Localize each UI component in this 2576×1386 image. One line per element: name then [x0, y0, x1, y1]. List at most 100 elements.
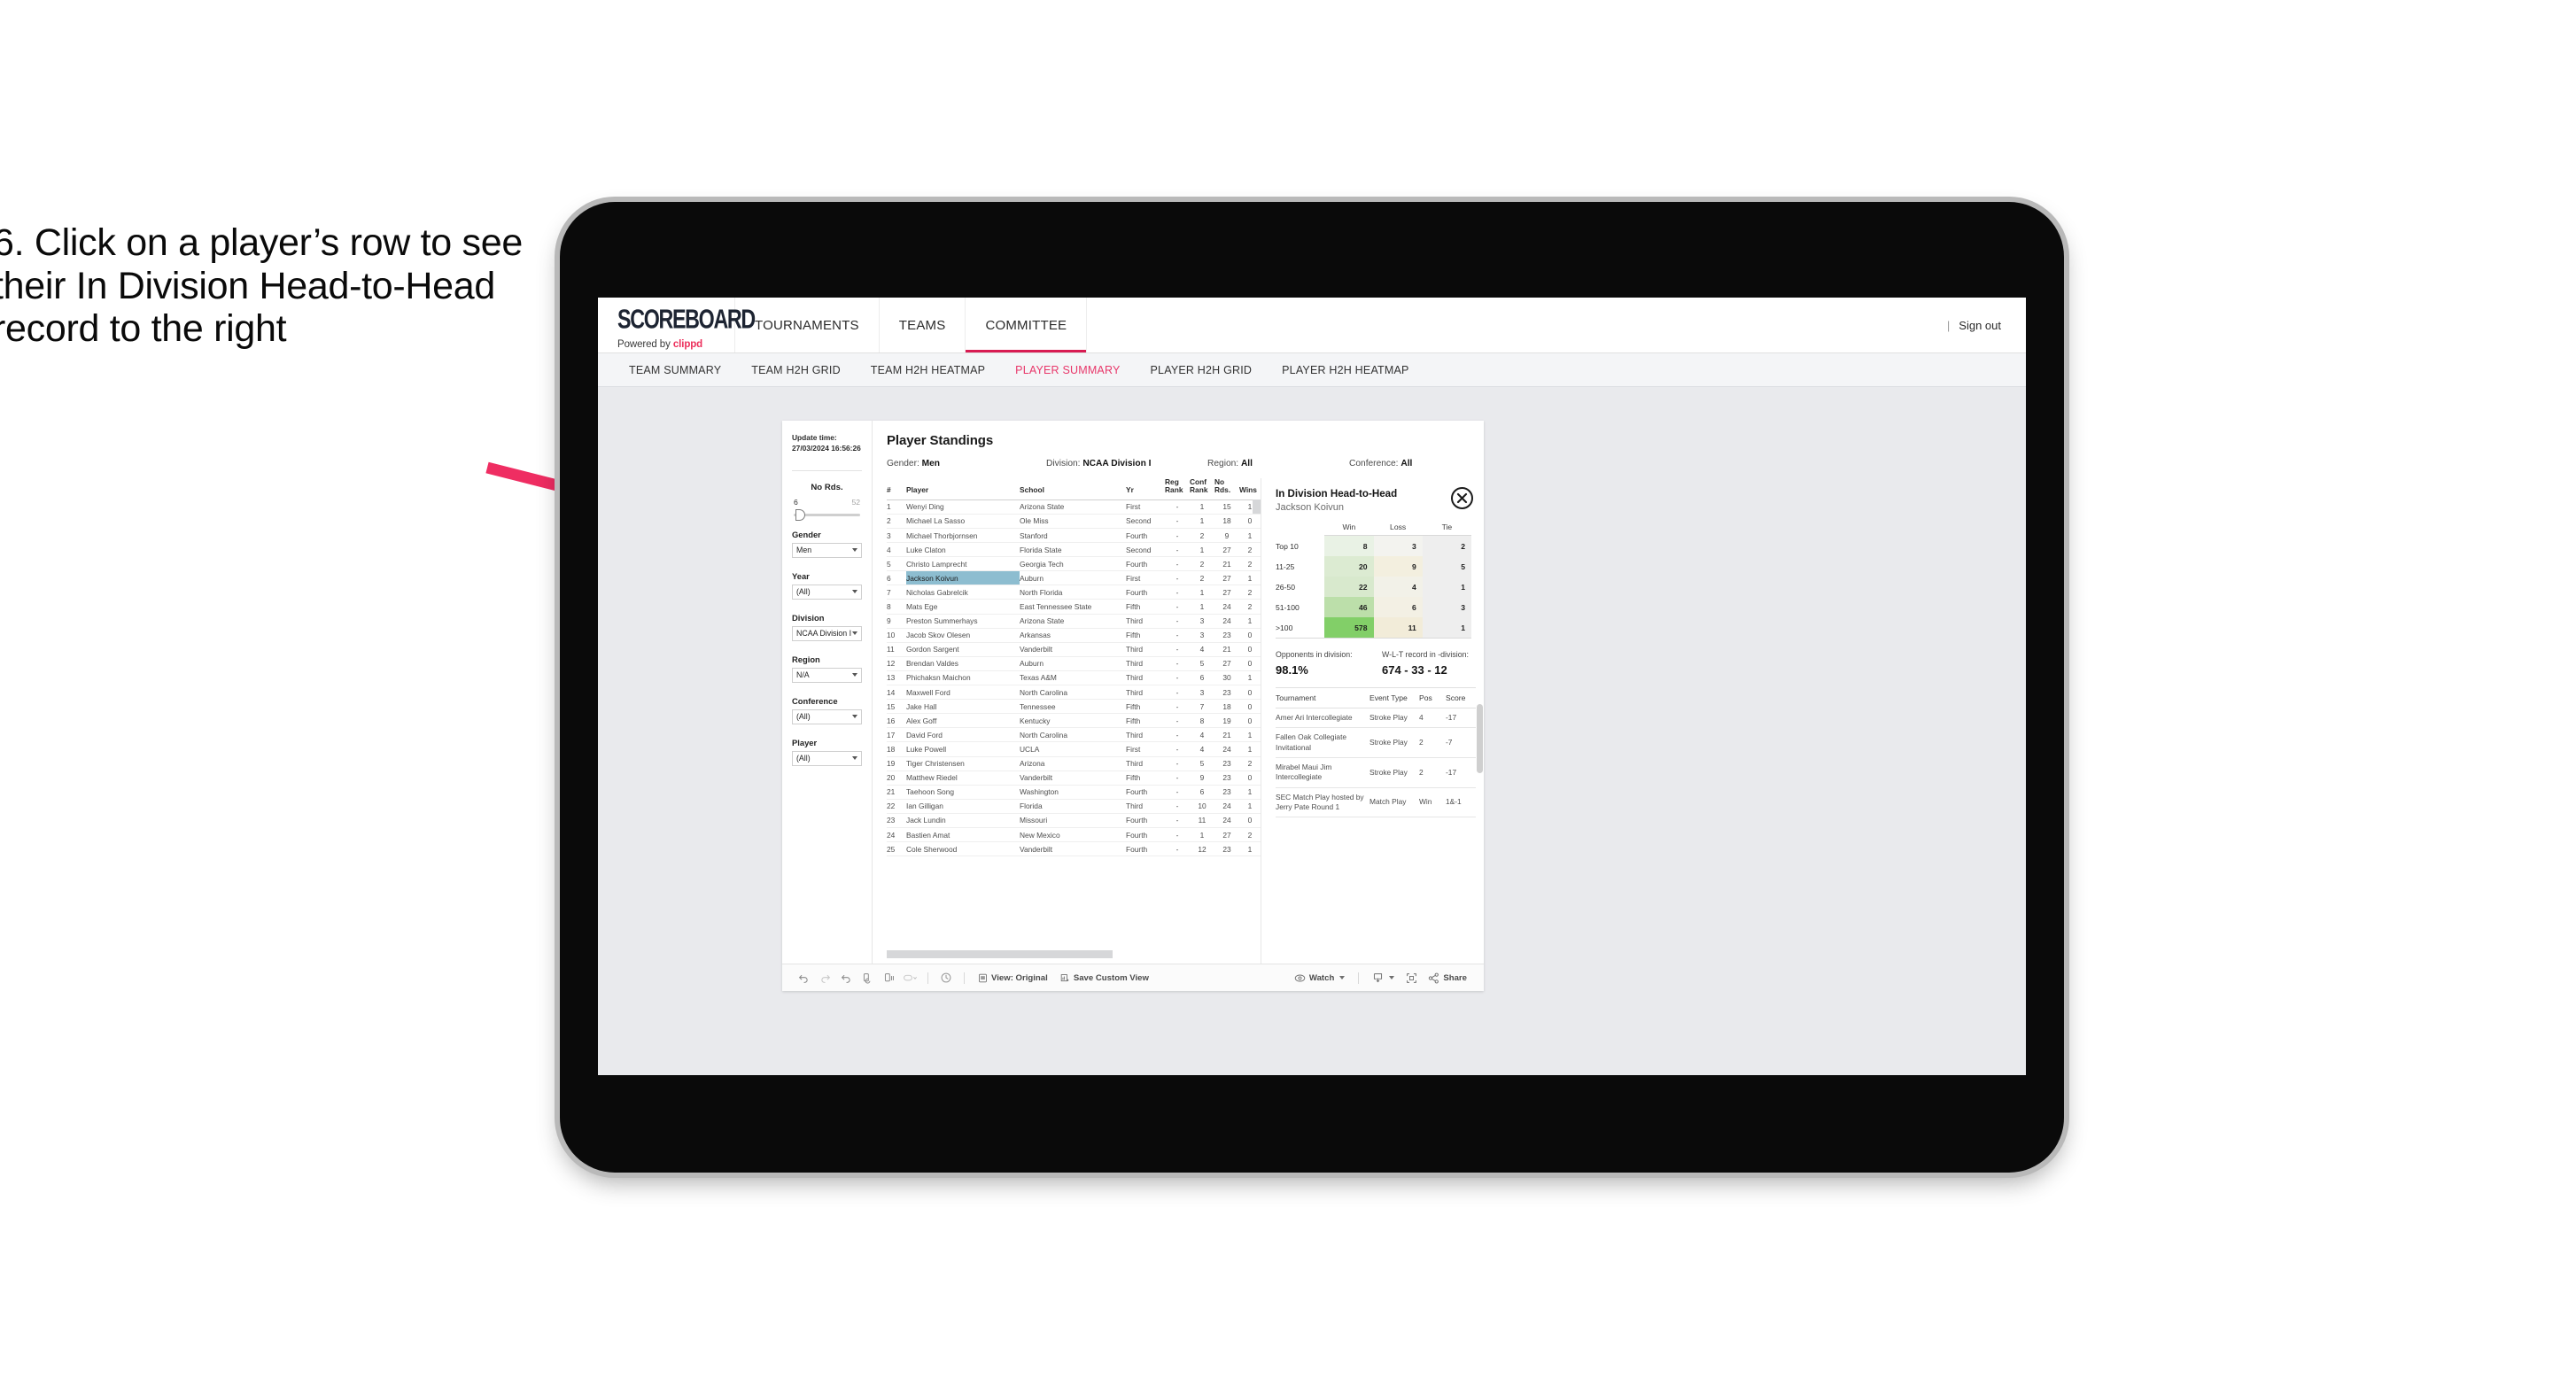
table-row[interactable]: 25 Cole Sherwood Vanderbilt Fourth -12 23 1 [887, 841, 1261, 857]
cell-conf-rank: 2 [1190, 570, 1214, 586]
col-wins[interactable]: Wins [1239, 478, 1261, 500]
table-row[interactable]: 21 Taehoon Song Washington Fourth -6 23 1 [887, 785, 1261, 800]
device-layout-icon[interactable] [899, 972, 920, 984]
view-original-button[interactable]: View: Original [972, 973, 1054, 983]
col-rank[interactable]: # [887, 478, 906, 500]
undo-icon[interactable] [793, 972, 814, 984]
nav-tournaments[interactable]: TOURNAMENTS [735, 298, 880, 352]
table-row[interactable]: 3 Michael Thorbjornsen Stanford Fourth -2 9 1 [887, 528, 1261, 544]
table-row[interactable]: 1 Wenyi Ding Arizona State First -1 15 1 [887, 499, 1261, 515]
filter-gender-select[interactable]: Men [792, 542, 862, 558]
list-item[interactable]: SEC Match Play hosted by Jerry Pate Roun… [1276, 787, 1476, 818]
cell-school: New Mexico [1020, 827, 1126, 843]
tab-player-h2h-grid[interactable]: PLAYER H2H GRID [1136, 364, 1268, 376]
table-row[interactable]: 18 Luke Powell UCLA First -4 24 1 [887, 741, 1261, 757]
heatmap-cell-tie[interactable]: 1 [1422, 577, 1471, 597]
heatmap-cell-loss[interactable]: 4 [1373, 577, 1423, 597]
heatmap-cell-tie[interactable]: 3 [1422, 597, 1471, 617]
table-row[interactable]: 13 Phichaksn Maichon Texas A&M Third -6 30 1 [887, 670, 1261, 686]
pause-auto-updates-icon[interactable] [878, 972, 899, 984]
cell-school: Arizona State [1020, 499, 1126, 515]
table-row[interactable]: 2 Michael La Sasso Ole Miss Second -1 18 0 [887, 514, 1261, 530]
sign-out-link[interactable]: Sign out [1959, 319, 2001, 332]
close-circle-icon[interactable] [1451, 487, 1473, 509]
tab-player-summary[interactable]: PLAYER SUMMARY [1000, 364, 1135, 376]
refresh-data-icon[interactable] [857, 972, 878, 984]
table-row[interactable]: 5 Christo Lamprecht Georgia Tech Fourth -2 21… [887, 556, 1261, 572]
filter-region-select[interactable]: N/A [792, 667, 862, 683]
filter-player-select[interactable]: (All) [792, 750, 862, 766]
cell-wins: 1 [1239, 670, 1261, 686]
heatmap-cell-win[interactable]: 22 [1324, 577, 1374, 597]
heatmap-cell-loss[interactable]: 6 [1373, 597, 1423, 617]
tab-team-summary[interactable]: TEAM SUMMARY [614, 364, 736, 376]
table-row[interactable]: 6 Jackson Koivun Auburn First -2 27 1 [887, 570, 1261, 586]
heatmap-cell-win[interactable]: 20 [1324, 556, 1374, 577]
download-button[interactable] [1366, 972, 1401, 984]
table-row[interactable]: 20 Matthew Riedel Vanderbilt Fifth -9 23 0 [887, 770, 1261, 786]
redo-icon[interactable] [814, 972, 835, 984]
heatmap-cell-loss[interactable]: 9 [1373, 556, 1423, 577]
list-item[interactable]: Amer Ari Intercollegiate Stroke Play 4 -17 [1276, 708, 1476, 729]
col-school[interactable]: School [1020, 478, 1126, 500]
stat-opponents-label: Opponents in division: [1276, 650, 1353, 659]
col-yr[interactable]: Yr [1126, 478, 1165, 500]
table-row[interactable]: 19 Tiger Christensen Arizona Third -5 23 2 [887, 756, 1261, 771]
save-custom-view-button[interactable]: Save Custom View [1054, 973, 1155, 983]
cell-school: North Florida [1020, 585, 1126, 600]
filter-year-select[interactable]: (All) [792, 584, 862, 600]
heatmap-cell-tie[interactable]: 2 [1422, 535, 1471, 556]
table-row[interactable]: 10 Jacob Skov Olesen Arkansas Fifth -3 23 0 [887, 628, 1261, 643]
tab-team-h2h-grid[interactable]: TEAM H2H GRID [736, 364, 856, 376]
heatmap-cell-win[interactable]: 578 [1324, 617, 1374, 639]
col-event-type[interactable]: Event Type [1369, 687, 1419, 708]
filter-division-select[interactable]: NCAA Division I [792, 625, 862, 641]
col-reg-rank[interactable]: Reg Rank [1165, 477, 1190, 500]
heatmap-cell-tie[interactable]: 5 [1422, 556, 1471, 577]
table-row[interactable]: 12 Brendan Valdes Auburn Third -5 27 0 [887, 656, 1261, 671]
table-row[interactable]: 24 Bastien Amat New Mexico Fourth -1 27 2 [887, 827, 1261, 843]
table-row[interactable]: 7 Nicholas Gabrelcik North Florida Fourth -1… [887, 585, 1261, 600]
heatmap-cell-win[interactable]: 46 [1324, 597, 1374, 617]
share-button[interactable]: Share [1422, 972, 1473, 984]
col-conf-rank[interactable]: Conf Rank [1190, 477, 1214, 500]
heatmap-cell-tie[interactable]: 1 [1422, 617, 1471, 639]
table-row[interactable]: 15 Jake Hall Tennessee Fifth -7 18 0 [887, 699, 1261, 715]
table-row[interactable]: 16 Alex Goff Kentucky Fifth -8 19 0 [887, 713, 1261, 729]
tab-player-h2h-heatmap[interactable]: PLAYER H2H HEATMAP [1267, 364, 1424, 376]
heatmap-cell-loss[interactable]: 3 [1373, 535, 1423, 556]
table-row[interactable]: 9 Preston Summerhays Arizona State Third -3 2… [887, 614, 1261, 629]
col-pos[interactable]: Pos [1419, 687, 1446, 708]
nav-committee[interactable]: COMMITTEE [966, 298, 1088, 352]
tournament-vertical-scrollbar[interactable] [1477, 704, 1483, 773]
watch-button[interactable]: Watch [1288, 973, 1351, 983]
no-rds-slider-handle[interactable] [795, 508, 805, 521]
list-item[interactable]: Fallen Oak Collegiate Invitational Stroke… [1276, 727, 1476, 759]
fullscreen-icon[interactable] [1401, 972, 1422, 984]
filter-conference-select[interactable]: (All) [792, 708, 862, 724]
table-row[interactable]: 17 David Ford North Carolina Third -4 21 1 [887, 727, 1261, 743]
no-rds-slider-track[interactable] [794, 508, 860, 521]
standings-vertical-scrollbar[interactable] [1253, 499, 1261, 514]
table-row[interactable]: 23 Jack Lundin Missouri Fourth -11 24 0 [887, 813, 1261, 828]
brand-logo[interactable]: SCOREBOARD Powered by clippd [598, 298, 756, 352]
col-score[interactable]: Score [1446, 687, 1476, 708]
nav-teams[interactable]: TEAMS [880, 298, 966, 352]
col-no-rds[interactable]: No Rds. [1214, 477, 1239, 500]
revert-icon[interactable] [835, 972, 857, 984]
table-row[interactable]: 8 Mats Ege East Tennessee State Fifth -1 24 2 [887, 599, 1261, 615]
list-item[interactable]: Mirabel Maui Jim Intercollegiate Stroke P… [1276, 757, 1476, 788]
cell-reg-rank: - [1165, 614, 1190, 629]
tab-team-h2h-heatmap[interactable]: TEAM H2H HEATMAP [856, 364, 1000, 376]
summary-conference-label: Conference: [1349, 459, 1401, 468]
heatmap-cell-loss[interactable]: 11 [1373, 617, 1423, 639]
table-row[interactable]: 11 Gordon Sargent Vanderbilt Third -4 21 0 [887, 642, 1261, 657]
alerts-icon[interactable] [935, 972, 957, 984]
table-row[interactable]: 4 Luke Claton Florida State Second -1 27 2 [887, 542, 1261, 558]
table-row[interactable]: 22 Ian Gilligan Florida Third -10 24 1 [887, 799, 1261, 814]
col-player[interactable]: Player [906, 478, 1020, 500]
table-row[interactable]: 14 Maxwell Ford North Carolina Third -3 23 0 [887, 685, 1261, 701]
standings-horizontal-scrollbar[interactable] [887, 950, 1113, 958]
col-tournament[interactable]: Tournament [1276, 687, 1369, 708]
heatmap-cell-win[interactable]: 8 [1324, 535, 1374, 556]
